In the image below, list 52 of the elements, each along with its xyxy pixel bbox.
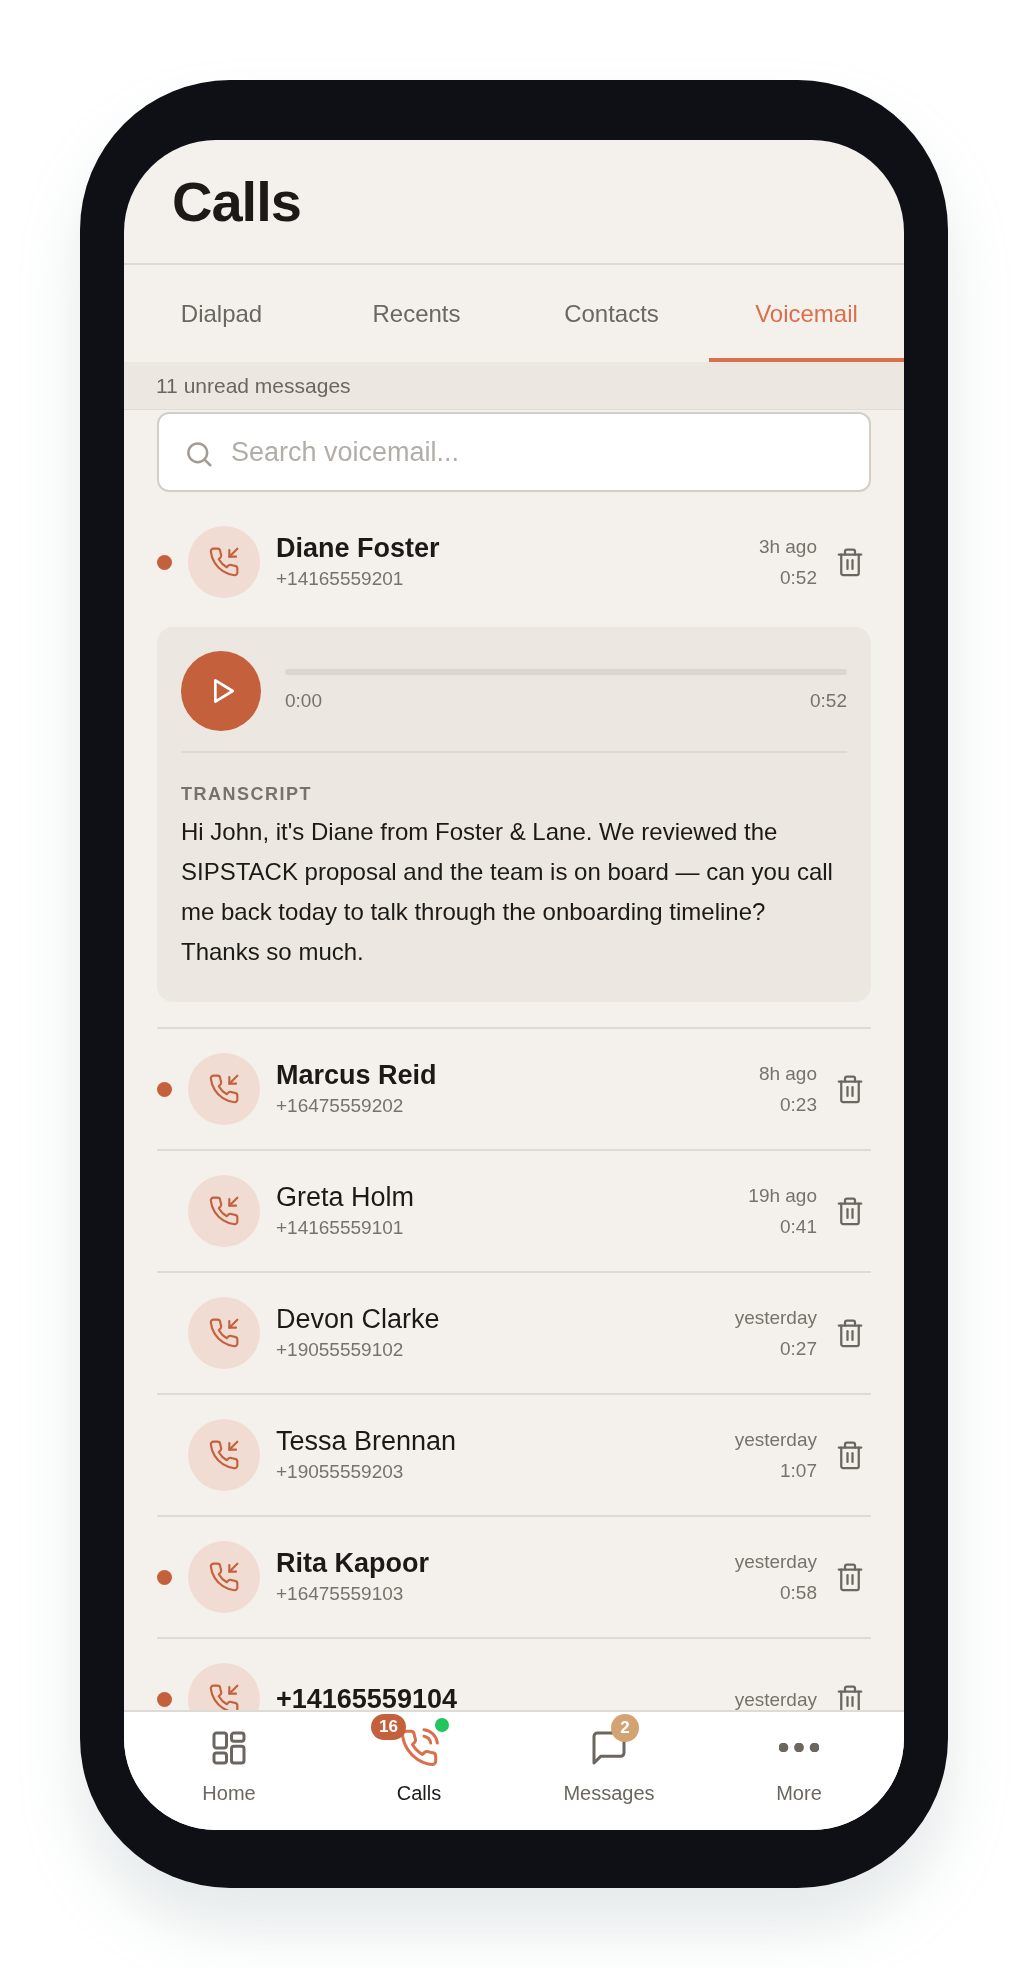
time-ago: yesterday <box>734 1306 817 1330</box>
more-icon <box>779 1743 819 1752</box>
caller-name: +14165559104 <box>276 1683 458 1710</box>
delete-icon[interactable] <box>835 1194 865 1228</box>
time-ago: yesterday <box>734 1687 817 1710</box>
time-ago: 3h ago <box>758 535 817 559</box>
search-icon <box>184 439 214 469</box>
tab[interactable]: Recents <box>319 265 514 362</box>
delete-icon[interactable] <box>835 1438 865 1472</box>
unread-count: 11 unread messages <box>156 372 351 399</box>
phone-number: +14165559101 <box>276 1216 405 1240</box>
count-badge: 16 <box>371 1714 406 1740</box>
total-time: 0:52 <box>810 688 847 713</box>
duration: 0:27 <box>779 1337 817 1361</box>
delete-icon[interactable] <box>835 1682 865 1710</box>
duration: 0:58 <box>779 1581 817 1605</box>
phone-number: +16475559202 <box>276 1094 405 1118</box>
phone-icon <box>399 1728 439 1768</box>
duration: 0:23 <box>779 1093 817 1117</box>
time-ago: yesterday <box>734 1428 817 1452</box>
nav-tab[interactable]: Home <box>134 1712 324 1824</box>
phone-number: +19055559203 <box>276 1460 405 1484</box>
nav-tab[interactable]: 2 Messages <box>514 1712 704 1824</box>
caller-name: Rita Kapoor <box>276 1547 430 1580</box>
current-time: 0:00 <box>285 688 322 713</box>
caller-name: Greta Holm <box>276 1181 416 1214</box>
duration: 0:52 <box>779 566 817 590</box>
time-ago: 19h ago <box>748 1184 817 1208</box>
duration: 1:07 <box>779 1459 817 1483</box>
page-title: Calls <box>172 168 301 235</box>
nav-tab[interactable]: More <box>704 1712 894 1824</box>
time-ago: 8h ago <box>758 1062 817 1086</box>
transcript-text: Hi John, it's Diane from Foster & Lane. We reviewed the SIPSTACK proposal and the team is on board — can you call me back today to talk through the onboarding timeline? Thanks so much. <box>181 817 834 967</box>
phone-number: +16475559103 <box>276 1582 405 1606</box>
tab[interactable]: Contacts <box>514 265 709 362</box>
section-label: TRANSCRIPT <box>181 783 313 806</box>
delete-icon[interactable] <box>835 545 865 579</box>
caller-name: Devon Clarke <box>276 1303 441 1336</box>
caller-name: Marcus Reid <box>276 1059 438 1092</box>
caller-name: Tessa Brennan <box>276 1425 458 1458</box>
tab[interactable]: Dialpad <box>124 265 319 362</box>
count-badge: 2 <box>611 1714 639 1742</box>
phone-number: +14165559201 <box>276 567 405 591</box>
delete-icon[interactable] <box>835 1316 865 1350</box>
delete-icon[interactable] <box>835 1560 865 1594</box>
phone-number: +19055559102 <box>276 1338 405 1362</box>
caller-name: Diane Foster <box>276 532 441 565</box>
time-ago: yesterday <box>734 1550 817 1574</box>
delete-icon[interactable] <box>835 1072 865 1106</box>
search-field[interactable]: Search voicemail... <box>157 412 871 492</box>
nav-tab[interactable]: 16 Calls <box>324 1712 514 1824</box>
duration: 0:41 <box>779 1215 817 1239</box>
